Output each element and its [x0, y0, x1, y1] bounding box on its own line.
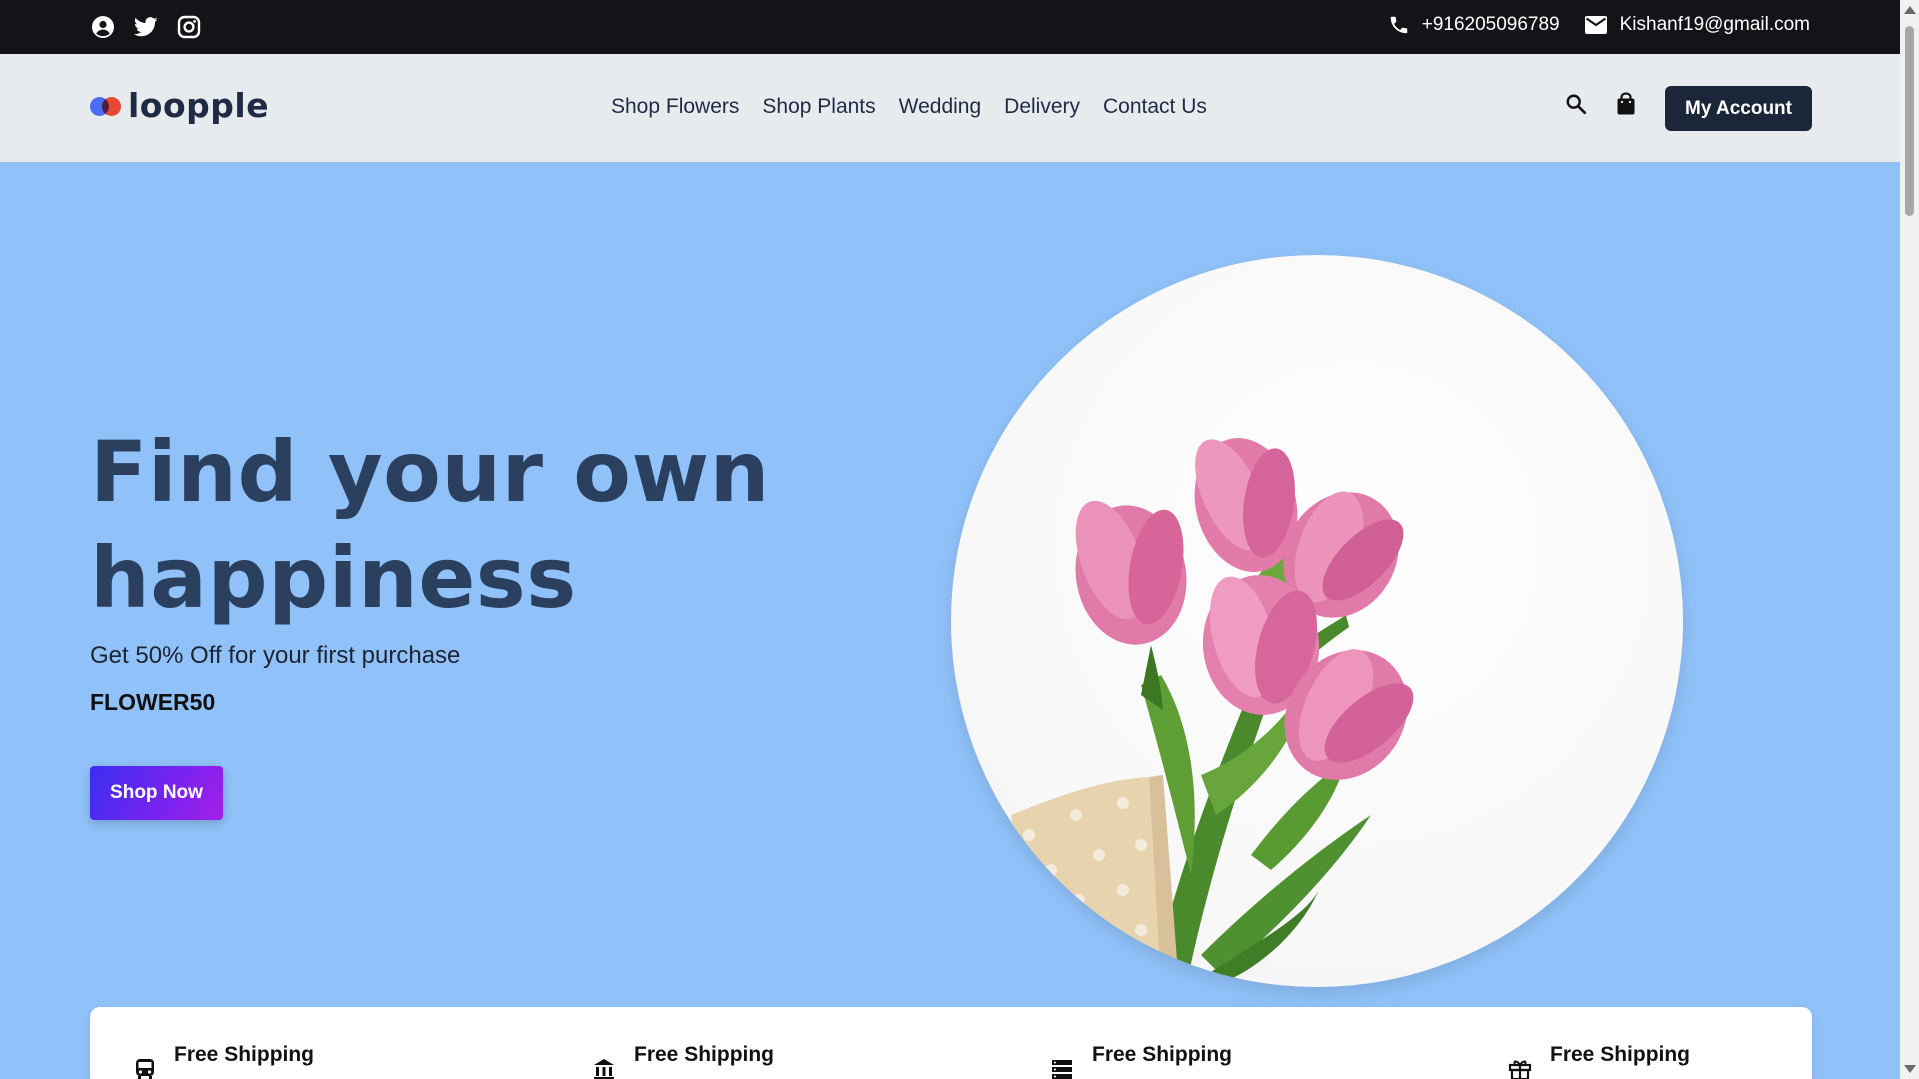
page-scrollbar[interactable] — [1900, 0, 1919, 1079]
hero-headline: Find your own happiness — [90, 423, 770, 627]
hero-section: Find your own happiness Get 50% Off for … — [0, 162, 1900, 1079]
feature-item: Free Shipping — [592, 1043, 775, 1079]
tulip-bouquet-illustration — [1011, 438, 1414, 987]
feature-title: Free Shipping — [1550, 1043, 1691, 1066]
logo-mark — [90, 94, 122, 118]
main-header: loopple Shop Flowers Shop Plants Wedding… — [0, 54, 1900, 162]
nav-shop-plants[interactable]: Shop Plants — [762, 95, 875, 119]
phone-icon — [1388, 14, 1410, 36]
page: +916205096789 Kishanf19@gmail.com looppl… — [0, 0, 1900, 1079]
feature-item: Free Shipping — [1508, 1043, 1691, 1079]
nav-wedding[interactable]: Wedding — [899, 95, 982, 119]
nav-contact-us[interactable]: Contact Us — [1103, 95, 1207, 119]
my-account-button[interactable]: My Account — [1665, 86, 1812, 131]
feature-item: Free Shipping — [134, 1043, 315, 1079]
hero-subtitle: Get 50% Off for your first purchase — [90, 642, 461, 669]
bus-icon — [134, 1057, 156, 1079]
hero-image — [951, 255, 1683, 987]
user-circle-icon[interactable] — [90, 14, 116, 40]
feature-item: Free Shipping — [1050, 1043, 1233, 1079]
server-icon — [1050, 1057, 1074, 1079]
bank-icon — [592, 1057, 616, 1079]
main-nav: Shop Flowers Shop Plants Wedding Deliver… — [611, 95, 1207, 119]
logo[interactable]: loopple — [90, 86, 269, 125]
top-bar: +916205096789 Kishanf19@gmail.com — [0, 0, 1900, 54]
twitter-icon[interactable] — [133, 14, 159, 40]
scroll-down-arrow-icon[interactable] — [1904, 1065, 1916, 1073]
social-links — [90, 14, 202, 40]
scroll-up-arrow-icon[interactable] — [1904, 6, 1916, 14]
feature-title: Free Shipping — [1092, 1043, 1233, 1066]
instagram-icon[interactable] — [176, 14, 202, 40]
feature-title: Free Shipping — [174, 1043, 315, 1066]
shopping-bag-icon[interactable] — [1615, 92, 1637, 121]
gift-icon — [1508, 1057, 1532, 1079]
header-actions — [1565, 92, 1637, 121]
email-contact[interactable]: Kishanf19@gmail.com — [1584, 14, 1810, 36]
phone-number: +916205096789 — [1421, 14, 1560, 35]
email-address: Kishanf19@gmail.com — [1619, 14, 1810, 35]
phone-contact[interactable]: +916205096789 — [1388, 14, 1560, 36]
contact-info: +916205096789 Kishanf19@gmail.com — [1388, 14, 1810, 36]
features-strip: Free Shipping Free Shipping Free Shippin… — [90, 1007, 1812, 1079]
shop-now-button[interactable]: Shop Now — [90, 766, 223, 820]
scrollbar-thumb[interactable] — [1905, 26, 1914, 216]
nav-shop-flowers[interactable]: Shop Flowers — [611, 95, 739, 119]
promo-code: FLOWER50 — [90, 689, 216, 715]
nav-delivery[interactable]: Delivery — [1004, 95, 1080, 119]
logo-text: loopple — [128, 86, 270, 125]
search-icon[interactable] — [1565, 93, 1587, 120]
mail-icon — [1584, 15, 1608, 35]
feature-title: Free Shipping — [634, 1043, 775, 1066]
